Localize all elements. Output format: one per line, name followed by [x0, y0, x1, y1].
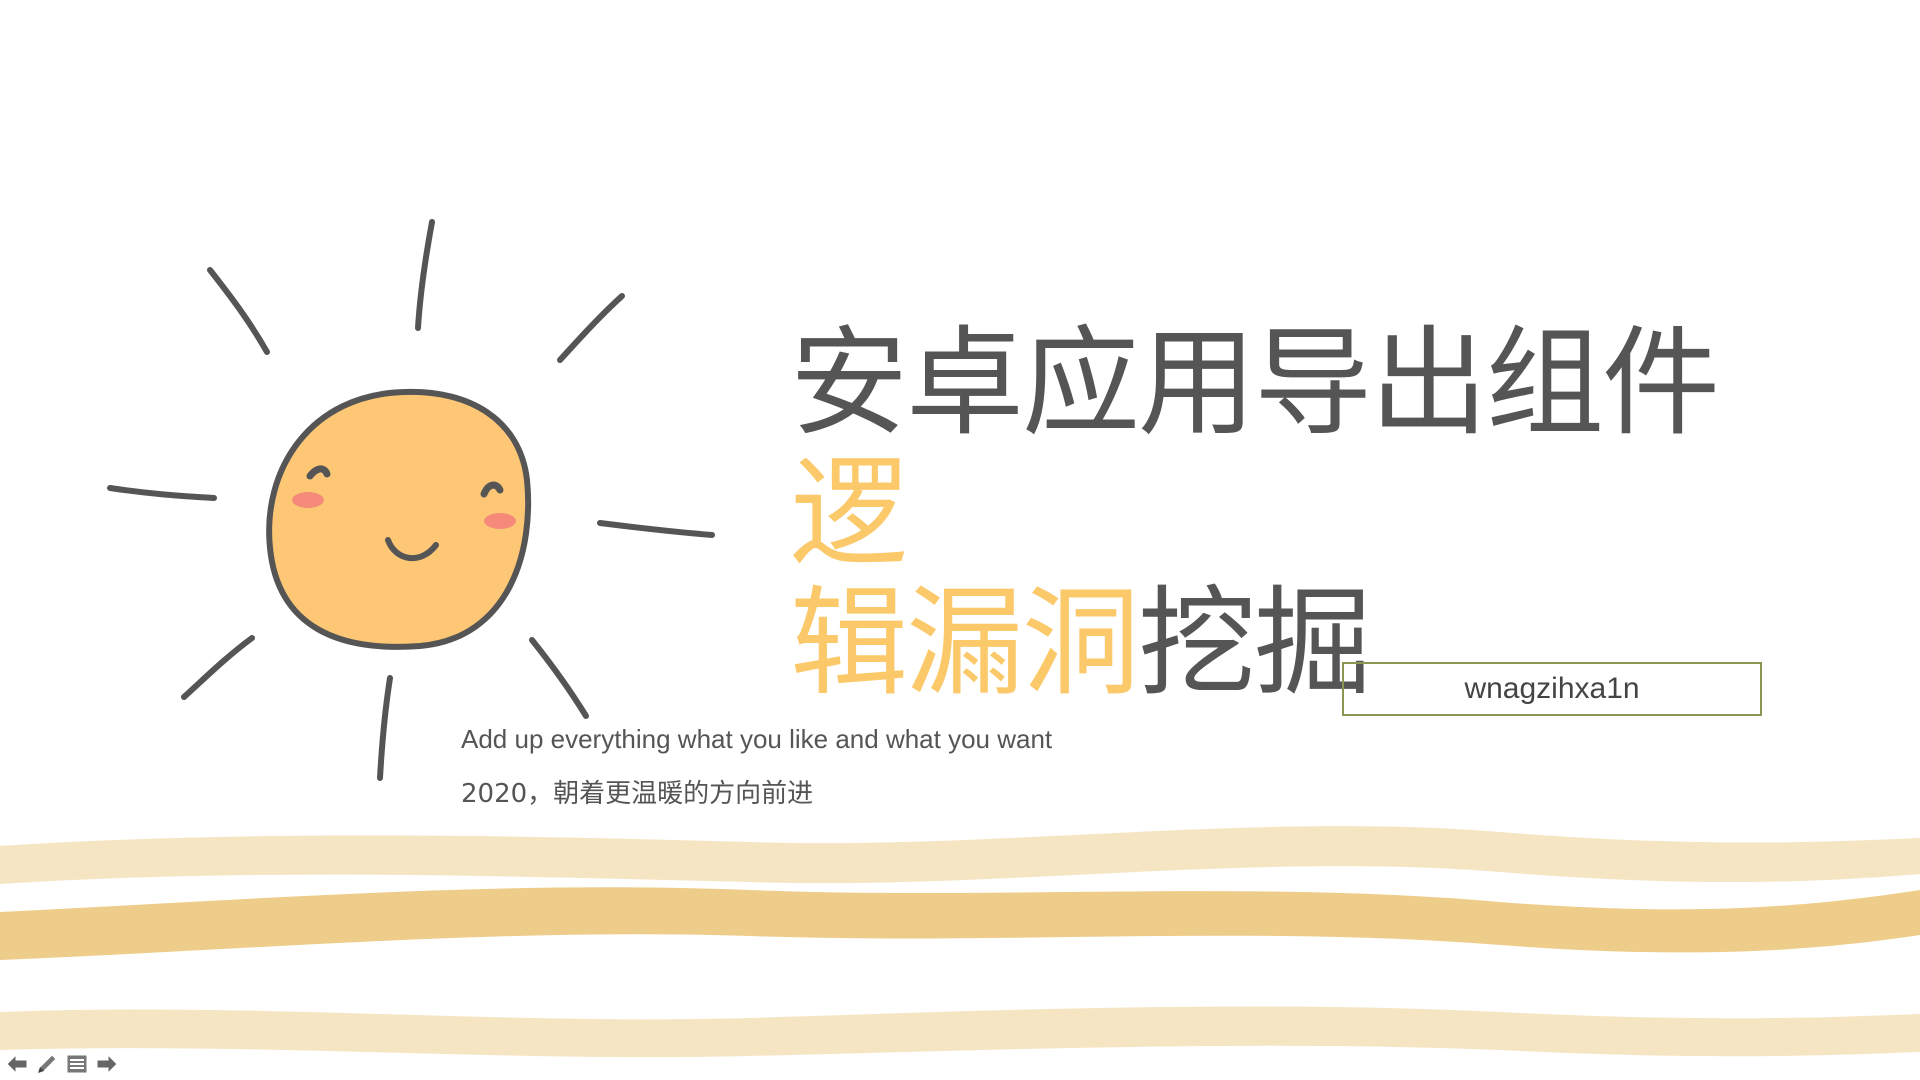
sun-cheek-right	[484, 513, 516, 529]
sun-ray-top	[415, 219, 435, 331]
arrow-right-icon	[96, 1053, 118, 1075]
sun-ray-bottom-right	[529, 637, 589, 719]
menu-icon	[66, 1054, 88, 1074]
title-part-2-highlight: 逻	[790, 444, 908, 582]
subtitle-english: Add up everything what you like and what…	[461, 724, 1053, 754]
slideshow-nav	[4, 1052, 120, 1076]
sun-ray-top-left	[207, 267, 270, 355]
sun-ray-bottom-left	[181, 635, 255, 700]
sun-ray-right	[597, 520, 715, 538]
author-box: wnagzihxa1n	[1342, 662, 1762, 716]
slide-title: 安卓应用导出组件逻 辑漏洞挖掘	[790, 318, 1820, 708]
title-part-3-highlight: 辑漏洞	[790, 574, 1140, 712]
menu-button[interactable]	[64, 1052, 90, 1076]
sun-ray-left	[107, 485, 217, 501]
pen-icon	[37, 1054, 57, 1074]
prev-slide-button[interactable]	[4, 1052, 30, 1076]
sun-ray-bottom	[377, 675, 393, 781]
title-part-4: 挖掘	[1138, 574, 1372, 712]
sun-ray-top-right	[557, 293, 625, 363]
author-name: wnagzihxa1n	[1464, 672, 1640, 705]
slide: 安卓应用导出组件逻 辑漏洞挖掘 wnagzihxa1n Add up everyt…	[0, 0, 1920, 1080]
title-part-1: 安卓应用导出组件	[790, 314, 1720, 452]
sun-cheek-left	[292, 492, 324, 508]
pen-tool-button[interactable]	[34, 1052, 60, 1076]
arrow-left-icon	[6, 1053, 28, 1075]
next-slide-button[interactable]	[94, 1052, 120, 1076]
subtitle-chinese: 2020，朝着更温暖的方向前进	[461, 779, 814, 809]
